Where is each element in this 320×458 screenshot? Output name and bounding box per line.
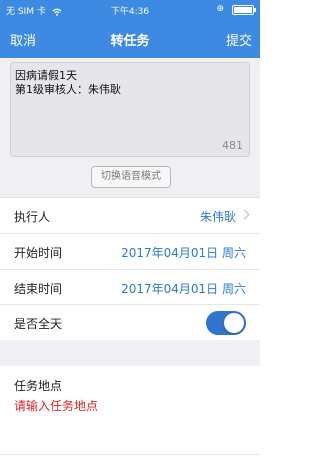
text-line-1: 因病请假1天 [15,69,77,82]
rotation-lock-icon: ⊕ [216,4,224,14]
char-counter: 481 [222,139,243,152]
section-gap [0,340,260,366]
executor-label: 执行人 [14,210,51,224]
location-input[interactable]: 请输入任务地点 [14,397,98,414]
executor-row[interactable]: 执行人 朱伟耿 [0,197,260,233]
chevron-right-icon [239,209,250,220]
executor-value: 朱伟耿 [199,210,236,224]
start-time-label: 开始时间 [14,246,63,260]
end-time-value: 2017年04月01日 周六 [121,282,246,296]
end-time-row[interactable]: 结束时间 2017年04月01日 周六 [0,269,260,305]
submit-button[interactable]: 提交 [226,30,252,49]
description-textarea[interactable]: 因病请假1天 第1级审核人：朱伟耿 481 [10,62,250,157]
start-time-value: 2017年04月01日 周六 [121,246,246,260]
battery-icon [232,5,256,15]
voice-mode-button[interactable]: 切换语音模式 [91,166,171,188]
divider [0,454,260,455]
toggle-knob [224,313,244,333]
status-right: ⊕ [204,4,256,15]
all-day-toggle[interactable] [206,311,246,335]
nav-bar: 取消 转任务 提交 [0,24,260,52]
location-section: 任务地点 请输入任务地点 [0,366,260,458]
all-day-label: 是否全天 [14,317,63,331]
all-day-row: 是否全天 [0,304,260,340]
location-label: 任务地点 [14,379,63,393]
page-title: 转任务 [110,34,150,49]
compose-area: 因病请假1天 第1级审核人：朱伟耿 481 切换语音模式 [0,58,260,197]
header: 无 SIM 卡 下午4:36 ⊕ 取消 转任务 提交 [0,0,260,58]
text-line-2: 第1级审核人：朱伟耿 [15,83,121,96]
end-time-label: 结束时间 [14,282,63,296]
start-time-row[interactable]: 开始时间 2017年04月01日 周六 [0,233,260,269]
status-bar: 无 SIM 卡 下午4:36 ⊕ [0,2,260,18]
